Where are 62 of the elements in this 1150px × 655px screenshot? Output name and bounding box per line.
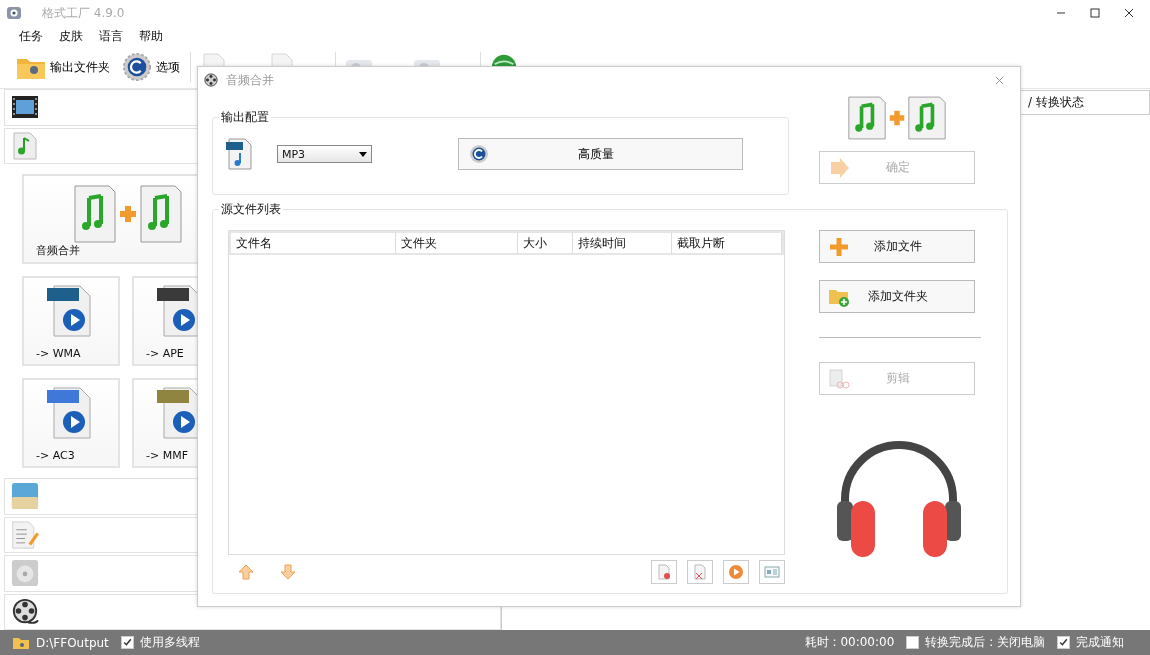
checkbox-label: 转换完成后 : 关闭电脑 [925, 634, 1045, 651]
document-x-icon [692, 564, 708, 580]
document-pencil-icon [11, 520, 39, 549]
film-reel-icon [11, 597, 39, 626]
menu-item[interactable]: 任务 [19, 27, 43, 45]
landscape-icon [11, 482, 39, 511]
tile-label: -> WMA [36, 347, 81, 360]
clear-list-button[interactable] [687, 560, 713, 584]
checkbox[interactable] [906, 636, 920, 649]
column-header[interactable]: 截取片断 [672, 233, 782, 253]
settings-icon [122, 53, 152, 81]
arrow-up-icon[interactable] [238, 564, 254, 580]
tile-label: -> MMF [146, 449, 188, 462]
mp3-file-icon [225, 138, 253, 170]
column-header[interactable]: 文件夹 [396, 233, 518, 253]
folder-icon [12, 635, 30, 650]
play-icon [728, 564, 744, 580]
film-reel-icon [204, 73, 218, 87]
format-tile[interactable]: -> AC3 [22, 378, 120, 468]
window-title: 格式工厂 4.9.0 [42, 4, 125, 22]
column-header[interactable]: 大小 [517, 233, 573, 253]
column-header[interactable]: 持续时间 [572, 233, 673, 253]
close-icon[interactable] [1124, 8, 1134, 18]
audio-merge-icon [72, 184, 184, 244]
tile-label: -> APE [146, 347, 184, 360]
group-legend: 源文件列表 [219, 201, 283, 218]
checkbox-label: 完成通知 [1076, 634, 1124, 651]
audio-merge-icon [847, 95, 947, 141]
side-button[interactable]: 添加文件 [819, 230, 975, 263]
checkbox[interactable] [120, 636, 134, 649]
document-minus-icon [656, 564, 672, 580]
side-button[interactable]: 添加文件夹 [819, 280, 975, 313]
maximize-icon[interactable] [1090, 8, 1100, 18]
caret-icon [359, 151, 367, 157]
quality-button[interactable]: 高质量 [458, 138, 743, 170]
checkbox[interactable] [1057, 636, 1070, 649]
music-note-icon [11, 131, 39, 160]
checkbox-label: 使用多线程 [139, 634, 200, 651]
format-dropdown[interactable]: MP3 [277, 145, 372, 163]
column-header[interactable]: 文件名 [231, 233, 397, 253]
toolbar-button[interactable]: 选项 [120, 53, 182, 81]
elapsed-time: 耗时 : 00:00:00 [804, 634, 895, 651]
format-tile[interactable]: -> WMA [22, 276, 120, 366]
toolbar-button[interactable]: 输出文件夹 [14, 53, 112, 81]
menu-item[interactable]: 皮肤 [59, 27, 83, 45]
app-logo-icon [6, 5, 22, 21]
group-legend: 输出配置 [219, 109, 271, 126]
settings-icon [469, 144, 489, 164]
play-button[interactable] [723, 560, 749, 584]
menu-item[interactable]: 语言 [99, 27, 123, 45]
tile-label: 音频合并 [36, 243, 80, 258]
info-button[interactable] [759, 560, 785, 584]
output-path: D:\FFOutput [36, 635, 109, 650]
plus-icon [828, 235, 850, 258]
dialog-title: 音频合并 [226, 71, 274, 89]
arrow-down-icon[interactable] [280, 564, 296, 580]
list-icon [764, 564, 780, 580]
menu-item[interactable]: 帮助 [139, 27, 163, 45]
remove-file-button[interactable] [651, 560, 677, 584]
arrow-right-icon [828, 156, 850, 179]
scissors-icon [828, 367, 850, 390]
tile-label: -> AC3 [36, 449, 75, 462]
